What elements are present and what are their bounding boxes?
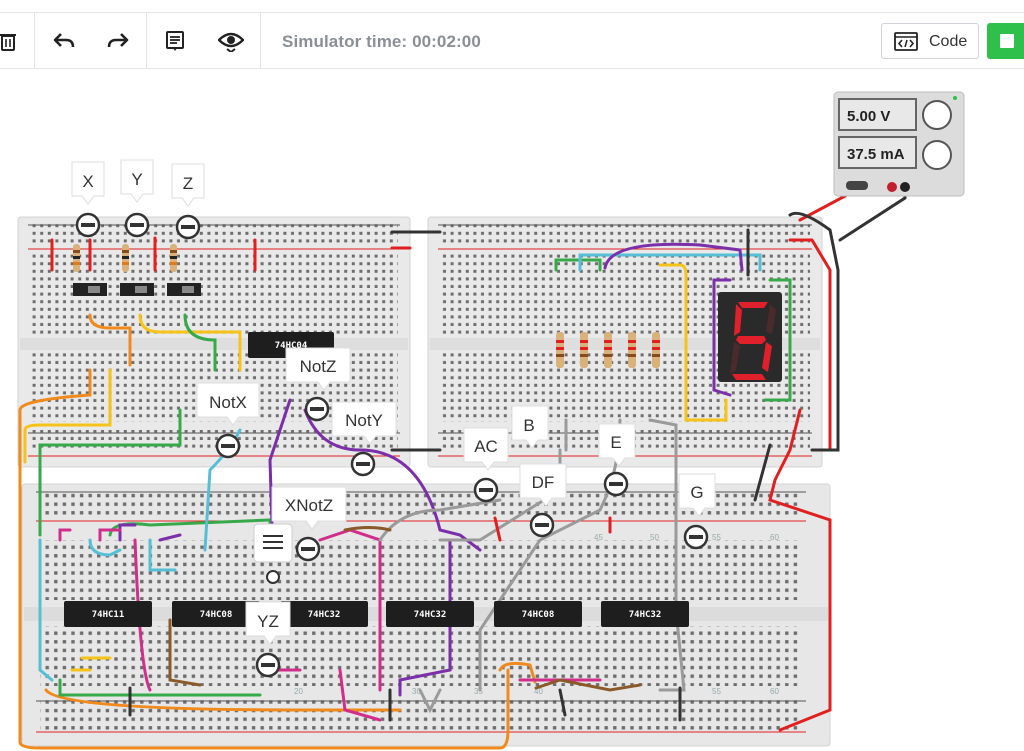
board-number-60: 60 (770, 533, 779, 542)
probe-label: Z (183, 174, 193, 193)
redo-icon[interactable] (104, 27, 132, 55)
eye-icon[interactable] (217, 27, 245, 55)
chip-74hc32[interactable]: 74HC32 (280, 601, 368, 627)
code-icon (894, 32, 918, 56)
toolbar: Simulator time: 00:02:00 Code (0, 12, 1024, 69)
code-button-label: Code (929, 33, 968, 50)
probe-label: NotX (209, 393, 247, 412)
circuit-canvas[interactable]: 45 50 55 60 20 30 35 40 55 60 74HC04 74H… (0, 70, 1024, 751)
probe-label: XNotZ (285, 496, 333, 515)
probe-x[interactable]: X (71, 161, 105, 238)
chip-74hc32[interactable]: 74HC32 (386, 601, 474, 627)
current-display: 37.5 mA (847, 146, 905, 163)
board-number-50: 50 (650, 533, 659, 542)
board-number-55b: 55 (712, 687, 721, 696)
notes-icon[interactable] (161, 27, 189, 55)
probe-label: NotZ (300, 357, 337, 376)
stop-simulation-button[interactable] (987, 23, 1024, 59)
probe-label: YZ (257, 612, 279, 631)
probe-label: G (690, 483, 703, 502)
probe-label: Y (131, 170, 142, 189)
chip-label: 74HC32 (308, 610, 341, 620)
probe-label: DF (532, 473, 555, 492)
chip-74hc08[interactable]: 74HC08 (494, 601, 582, 627)
probe-label: B (523, 416, 534, 435)
voltage-display: 5.00 V (847, 108, 890, 125)
code-button[interactable]: Code (881, 23, 979, 59)
probe-label: X (82, 172, 93, 191)
board-number-45: 45 (594, 533, 603, 542)
probe-y[interactable]: Y (120, 159, 154, 238)
chip-74hc11[interactable]: 74HC11 (64, 601, 152, 627)
chip-label: 74HC32 (414, 610, 447, 620)
simulator-time: Simulator time: 00:02:00 (282, 32, 481, 51)
undo-icon[interactable] (50, 27, 78, 55)
probe-label: NotY (345, 411, 383, 430)
trash-icon[interactable] (0, 27, 22, 55)
chip-label: 74HC08 (522, 610, 555, 620)
chip-label: 74HC32 (629, 610, 662, 620)
slide-switch[interactable] (73, 283, 201, 296)
probe-label: AC (474, 437, 498, 456)
board-number-55: 55 (712, 533, 721, 542)
seven-segment-display[interactable] (718, 292, 782, 382)
probe-z[interactable]: Z (171, 163, 205, 240)
chip-74hc32[interactable]: 74HC32 (601, 601, 689, 627)
probe-label: E (610, 433, 621, 452)
stop-icon (1000, 34, 1014, 48)
board-number-20: 20 (294, 687, 303, 696)
power-supply[interactable]: 5.00 V 37.5 mA (833, 91, 965, 197)
chip-label: 74HC11 (92, 610, 125, 620)
chip-label: 74HC08 (200, 610, 233, 620)
board-number-60b: 60 (770, 687, 779, 696)
